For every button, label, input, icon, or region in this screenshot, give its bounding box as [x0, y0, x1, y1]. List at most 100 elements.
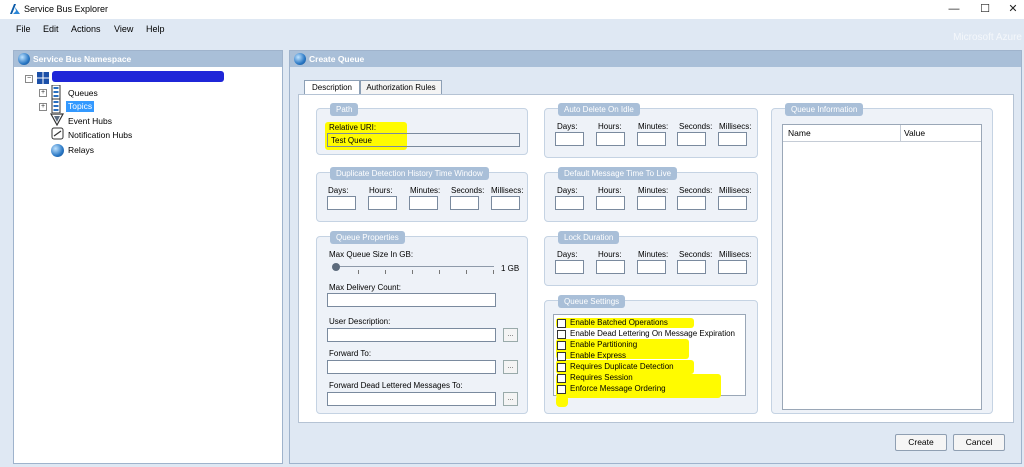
relative-uri-label: Relative URI:: [329, 123, 377, 132]
ttl-days-input[interactable]: [555, 196, 584, 210]
collapse-root-toggle[interactable]: −: [25, 75, 33, 83]
ad-seconds-input[interactable]: [677, 132, 706, 146]
ld-millisecs-input[interactable]: [718, 260, 747, 274]
tree-item-queues[interactable]: Queues: [68, 88, 98, 98]
notification-hub-icon: [51, 127, 64, 140]
forward-to-label: Forward To:: [329, 349, 372, 358]
create-button[interactable]: Create: [895, 434, 947, 451]
default-ttl-title: Default Message Time To Live: [558, 167, 678, 180]
max-delivery-label: Max Delivery Count:: [329, 283, 402, 292]
ad-hours-input[interactable]: [596, 132, 625, 146]
auto-delete-title: Auto Delete On Idle: [558, 103, 640, 116]
ttl-minutes-input[interactable]: [637, 196, 666, 210]
tree-item-relays[interactable]: Relays: [68, 145, 94, 155]
forward-dead-label: Forward Dead Lettered Messages To:: [329, 381, 463, 390]
grid-header: Name Value: [783, 125, 981, 142]
dup-minutes-input[interactable]: [409, 196, 438, 210]
event-hub-icon: [50, 113, 64, 126]
dup-millisecs-input[interactable]: [491, 196, 520, 210]
ad-days-input[interactable]: [555, 132, 584, 146]
slider-tick: [358, 270, 359, 274]
forward-to-browse-button[interactable]: ...: [503, 360, 518, 374]
label-dead-lettering: Enable Dead Lettering On Message Expirat…: [570, 329, 735, 338]
namespace-panel-header: Service Bus Namespace: [14, 51, 282, 67]
relative-uri-input[interactable]: Test Queue: [327, 133, 520, 147]
topic-icon: [51, 99, 61, 113]
queue-information-title: Queue Information: [785, 103, 864, 116]
tree-item-event-hubs[interactable]: Event Hubs: [68, 116, 112, 126]
globe-icon: [294, 53, 306, 65]
ttl-seconds-label: Seconds:: [679, 186, 713, 195]
user-description-browse-button[interactable]: ...: [503, 328, 518, 342]
queue-information-grid[interactable]: Name Value: [782, 124, 982, 410]
duplicate-detection-title: Duplicate Detection History Time Window: [330, 167, 489, 180]
relay-globe-icon: [51, 144, 64, 157]
ld-days-input[interactable]: [555, 260, 584, 274]
ld-seconds-input[interactable]: [677, 260, 706, 274]
ttl-seconds-input[interactable]: [677, 196, 706, 210]
forward-to-input[interactable]: [327, 360, 496, 374]
column-value[interactable]: Value: [904, 126, 925, 141]
title-bar: Service Bus Explorer — ☐ ✕: [0, 0, 1024, 19]
globe-icon: [18, 53, 30, 65]
slider-tick: [439, 270, 440, 274]
slider-tick: [493, 270, 494, 274]
tab-authorization-rules[interactable]: Authorization Rules: [360, 80, 442, 95]
tree-item-notification-hubs[interactable]: Notification Hubs: [68, 130, 132, 140]
dup-hours-input[interactable]: [368, 196, 397, 210]
ad-minutes-label: Minutes:: [638, 122, 669, 131]
dup-seconds-input[interactable]: [450, 196, 479, 210]
max-delivery-input[interactable]: [327, 293, 496, 307]
ld-hours-input[interactable]: [596, 260, 625, 274]
ttl-hours-input[interactable]: [596, 196, 625, 210]
checkbox-partitioning[interactable]: [557, 341, 566, 350]
ttl-hours-label: Hours:: [598, 186, 622, 195]
azure-logo-icon: [10, 4, 20, 14]
checkbox-express[interactable]: [557, 352, 566, 361]
dup-days-label: Days:: [328, 186, 349, 195]
checkbox-requires-session[interactable]: [557, 374, 566, 383]
label-requires-session: Requires Session: [570, 373, 633, 382]
dup-days-input[interactable]: [327, 196, 356, 210]
ld-seconds-label: Seconds:: [679, 250, 713, 259]
cancel-button[interactable]: Cancel: [953, 434, 1005, 451]
windows-namespace-icon: [37, 72, 49, 84]
minimize-button[interactable]: —: [944, 2, 964, 16]
slider-tick: [385, 270, 386, 274]
forward-dead-input[interactable]: [327, 392, 496, 406]
ld-days-label: Days:: [557, 250, 578, 259]
max-size-value: 1 GB: [501, 264, 520, 273]
tree-item-topics[interactable]: Topics: [66, 101, 95, 112]
ld-hours-label: Hours:: [598, 250, 622, 259]
checkbox-duplicate-detection[interactable]: [557, 363, 566, 372]
lock-duration-title: Lock Duration: [558, 231, 620, 244]
relative-uri-value: Test Queue: [331, 136, 372, 145]
max-size-slider-thumb[interactable]: [332, 263, 340, 271]
checkbox-batched-operations[interactable]: [557, 319, 566, 328]
menu-help[interactable]: Help: [146, 24, 165, 34]
maximize-button[interactable]: ☐: [975, 2, 995, 16]
menu-view[interactable]: View: [114, 24, 133, 34]
checkbox-dead-lettering[interactable]: [557, 330, 566, 339]
max-size-slider-track: [334, 266, 494, 267]
close-button[interactable]: ✕: [1003, 2, 1023, 16]
create-queue-panel-header: Create Queue: [290, 51, 1021, 67]
ttl-millisecs-input[interactable]: [718, 196, 747, 210]
column-name[interactable]: Name: [788, 126, 811, 141]
ttl-minutes-label: Minutes:: [638, 186, 669, 195]
create-queue-panel-title: Create Queue: [309, 54, 365, 64]
expand-queues-toggle[interactable]: +: [39, 89, 47, 97]
ad-minutes-input[interactable]: [637, 132, 666, 146]
expand-topics-toggle[interactable]: +: [39, 103, 47, 111]
forward-dead-browse-button[interactable]: ...: [503, 392, 518, 406]
checkbox-message-ordering[interactable]: [557, 385, 566, 394]
menu-edit[interactable]: Edit: [43, 24, 59, 34]
ad-millisecs-input[interactable]: [718, 132, 747, 146]
namespace-panel-title: Service Bus Namespace: [33, 54, 132, 64]
ld-minutes-label: Minutes:: [638, 250, 669, 259]
user-description-input[interactable]: [327, 328, 496, 342]
menu-file[interactable]: File: [16, 24, 31, 34]
slider-tick: [412, 270, 413, 274]
ld-minutes-input[interactable]: [637, 260, 666, 274]
menu-actions[interactable]: Actions: [71, 24, 101, 34]
